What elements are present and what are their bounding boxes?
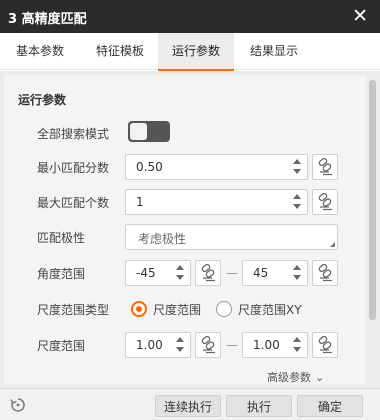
link-icon (318, 158, 332, 176)
spin-arrows-icon[interactable] (176, 265, 184, 281)
range-dash (227, 273, 237, 274)
link-icon (318, 193, 332, 211)
run-button[interactable]: 执行 (226, 395, 292, 417)
polarity-select[interactable]: 考虑极性 (125, 224, 338, 250)
angle-min-spinbox[interactable]: -45 (125, 260, 191, 286)
search-all-label: 全部搜索模式 (37, 127, 110, 141)
angle-max-spinbox[interactable]: 45 (242, 260, 308, 286)
advanced-params-label: 高级参数 (267, 371, 311, 384)
scale-max-value: 1.00 (253, 338, 280, 352)
chevron-down-icon: ⌄ (315, 371, 325, 384)
scale-range-label: 尺度范围 (37, 339, 86, 353)
scale-type-option-xy[interactable]: 尺度范围XY (238, 301, 302, 318)
polarity-value: 考虑极性 (138, 232, 187, 246)
min-score-label: 最小匹配分数 (37, 161, 110, 175)
angle-min-value: -45 (136, 266, 156, 280)
max-count-spinbox[interactable]: 1 (125, 189, 308, 215)
max-count-value: 1 (136, 195, 144, 209)
tab-run-params[interactable]: 运行参数 (158, 33, 234, 71)
range-dash (227, 345, 237, 346)
advanced-params-toggle[interactable]: 高级参数 ⌄ (267, 369, 324, 385)
content-area: 运行参数 全部搜索模式 最小匹配分数 0.50 最大匹配个数 1 匹配极性 考虑… (0, 71, 380, 388)
ok-button[interactable]: 确定 (297, 395, 363, 417)
reset-icon[interactable] (9, 396, 27, 414)
title-bar: 3 高精度匹配 ✕ (0, 0, 380, 33)
angle-max-link-button[interactable] (312, 260, 338, 286)
scale-max-spinbox[interactable]: 1.00 (242, 332, 308, 358)
tab-feature-template[interactable]: 特征模板 (82, 33, 158, 70)
scale-type-option-range[interactable]: 尺度范围 (153, 301, 201, 318)
scale-max-link-button[interactable] (312, 332, 338, 358)
angle-range-label: 角度范围 (37, 267, 86, 281)
tab-basic-params[interactable]: 基本参数 (0, 33, 80, 70)
window-title: 3 高精度匹配 (8, 12, 87, 27)
link-icon (318, 264, 332, 282)
spin-arrows-icon[interactable] (293, 337, 301, 353)
min-score-link-button[interactable] (312, 154, 338, 180)
spin-arrows-icon[interactable] (293, 159, 301, 175)
scale-type-label: 尺度范围类型 (37, 303, 110, 317)
tab-result-display[interactable]: 结果显示 (236, 33, 312, 70)
tab-bar: 基本参数 特征模板 运行参数 结果显示 (0, 33, 380, 71)
max-count-link-button[interactable] (312, 189, 338, 215)
scale-link-button[interactable] (195, 332, 221, 358)
run-params-panel: 运行参数 全部搜索模式 最小匹配分数 0.50 最大匹配个数 1 匹配极性 考虑… (4, 75, 366, 384)
scrollbar-thumb[interactable] (369, 80, 376, 320)
scale-min-spinbox[interactable]: 1.00 (125, 332, 191, 358)
scale-type-radio-range[interactable] (131, 301, 147, 317)
resize-grip-icon (330, 242, 335, 247)
spin-arrows-icon[interactable] (293, 194, 301, 210)
link-icon (201, 264, 215, 282)
bottom-bar: 连续执行 执行 确定 (0, 388, 380, 420)
link-icon (201, 336, 215, 354)
toggle-knob (130, 123, 147, 140)
search-all-toggle[interactable] (128, 121, 170, 142)
scale-type-radio-xy[interactable] (216, 301, 232, 317)
link-icon (318, 336, 332, 354)
scale-min-value: 1.00 (136, 338, 163, 352)
angle-link-button[interactable] (195, 260, 221, 286)
close-icon[interactable]: ✕ (352, 4, 368, 28)
spin-arrows-icon[interactable] (176, 337, 184, 353)
continuous-run-button[interactable]: 连续执行 (155, 395, 221, 417)
min-score-spinbox[interactable]: 0.50 (125, 154, 308, 180)
vertical-scrollbar[interactable] (368, 78, 377, 386)
spin-arrows-icon[interactable] (293, 265, 301, 281)
angle-max-value: 45 (253, 266, 269, 280)
max-count-label: 最大匹配个数 (37, 196, 110, 210)
polarity-label: 匹配极性 (37, 231, 86, 245)
section-title: 运行参数 (18, 93, 67, 107)
min-score-value: 0.50 (136, 160, 163, 174)
